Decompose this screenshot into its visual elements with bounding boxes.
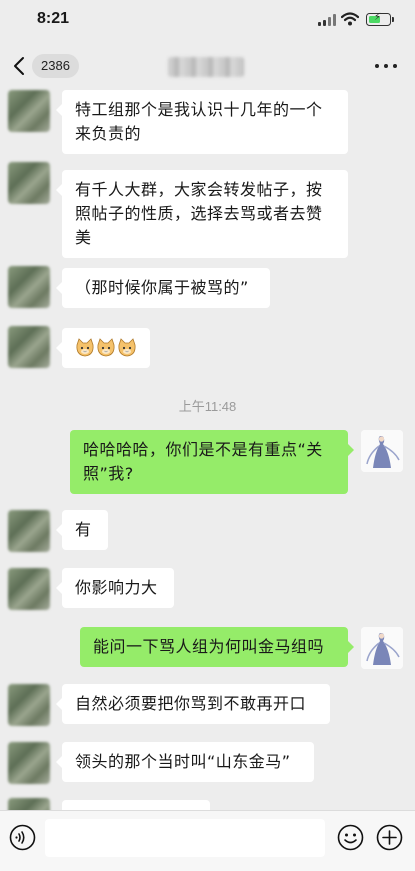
chevron-left-icon bbox=[14, 57, 24, 75]
nav-bar: 2386 bbox=[0, 44, 415, 86]
chat-message-list[interactable]: 特工组那个是我认识十几年的一个来负责的 有千人大群，大家会转发帖子，按照帖子的性… bbox=[0, 86, 415, 810]
figure-avatar-icon bbox=[361, 430, 403, 472]
my-avatar[interactable] bbox=[361, 430, 403, 472]
wifi-icon bbox=[341, 12, 359, 26]
input-bar bbox=[0, 810, 415, 871]
cat-face-icon bbox=[76, 338, 94, 357]
message-bubble-emoji[interactable] bbox=[56, 328, 150, 368]
status-time: 8:21 bbox=[37, 10, 70, 27]
my-avatar[interactable] bbox=[361, 627, 403, 669]
unread-count-badge: 2386 bbox=[32, 54, 79, 78]
message-bubble[interactable]: 有 bbox=[56, 510, 108, 550]
plus-icon[interactable] bbox=[376, 824, 403, 851]
cat-face-icon bbox=[118, 338, 136, 357]
avatar[interactable] bbox=[8, 684, 50, 726]
message-bubble-partial[interactable] bbox=[62, 800, 210, 810]
message-bubble-outgoing[interactable]: 哈哈哈哈，你们是不是有重点“关照”我? bbox=[70, 430, 354, 494]
avatar[interactable] bbox=[8, 742, 50, 784]
more-options-button[interactable] bbox=[374, 56, 398, 76]
figure-avatar-icon bbox=[361, 627, 403, 669]
message-bubble[interactable]: 领头的那个当时叫“山东金马” bbox=[56, 742, 314, 782]
cat-face-icon bbox=[97, 338, 115, 357]
avatar[interactable] bbox=[8, 162, 50, 204]
chat-title-obscured bbox=[168, 57, 244, 77]
message-bubble[interactable]: （那时候你属于被骂的” bbox=[56, 268, 270, 308]
voice-input-icon[interactable] bbox=[9, 824, 36, 851]
avatar[interactable] bbox=[8, 510, 50, 552]
battery-icon: ⚡ bbox=[366, 12, 394, 26]
message-bubble[interactable]: 你影响力大 bbox=[56, 568, 174, 608]
emoji-icon[interactable] bbox=[337, 824, 364, 851]
message-bubble[interactable]: 特工组那个是我认识十几年的一个来负责的 bbox=[56, 90, 348, 154]
message-bubble-outgoing[interactable]: 能问一下骂人组为何叫金马组吗 bbox=[80, 627, 354, 667]
avatar[interactable] bbox=[8, 798, 50, 810]
avatar[interactable] bbox=[8, 90, 50, 132]
avatar[interactable] bbox=[8, 568, 50, 610]
message-timestamp: 上午11:48 bbox=[178, 399, 237, 414]
avatar[interactable] bbox=[8, 266, 50, 308]
message-input[interactable] bbox=[45, 819, 325, 857]
back-button[interactable]: 2386 bbox=[10, 52, 82, 80]
avatar[interactable] bbox=[8, 326, 50, 368]
message-bubble[interactable]: 自然必须要把你骂到不敢再开口 bbox=[56, 684, 330, 724]
status-bar: 8:21 ⚡ bbox=[0, 0, 415, 42]
signal-icon bbox=[318, 14, 336, 26]
message-bubble[interactable]: 有千人大群，大家会转发帖子，按照帖子的性质，选择去骂或者去赞美 bbox=[56, 170, 348, 258]
